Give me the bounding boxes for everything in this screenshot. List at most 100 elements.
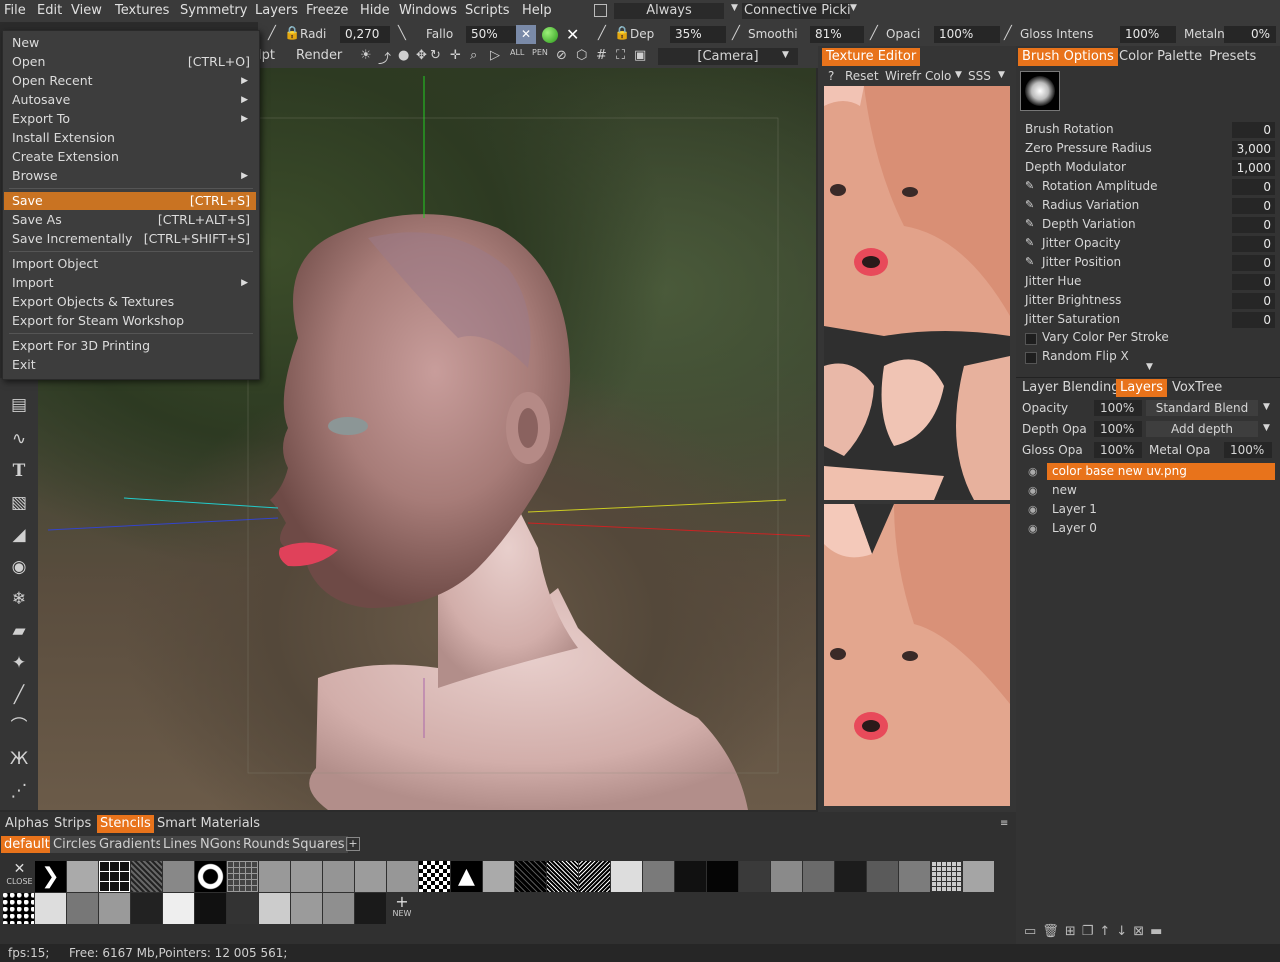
menu-view[interactable]: View bbox=[71, 3, 102, 18]
eye-icon[interactable]: ◉ bbox=[1028, 520, 1038, 537]
menu-item-autosave[interactable]: Autosave ▶ bbox=[4, 91, 256, 109]
uv-texture-view-bottom[interactable] bbox=[824, 504, 1010, 806]
help-button[interactable]: ? bbox=[828, 69, 834, 83]
opacity-icon[interactable]: ╱ bbox=[870, 26, 878, 41]
clear-layer-icon[interactable]: ⊠ bbox=[1133, 924, 1150, 939]
brush-rotation-field[interactable]: 0 bbox=[1232, 122, 1275, 138]
frame-all-icon[interactable]: ALL bbox=[510, 48, 524, 57]
stencil-thumbnail[interactable] bbox=[323, 893, 354, 924]
pen-pressure-icon[interactable]: ✎ bbox=[1025, 179, 1034, 192]
light-icon[interactable]: ☀ bbox=[360, 48, 372, 63]
tab-brush-options[interactable]: Brush Options bbox=[1018, 48, 1118, 66]
stencil-thumbnail[interactable] bbox=[483, 861, 514, 892]
freeze-icon[interactable]: ❄ bbox=[8, 588, 30, 610]
pen-pressure-icon[interactable]: ✎ bbox=[1025, 217, 1034, 230]
stencil-thumbnail[interactable] bbox=[291, 861, 322, 892]
always-checkbox[interactable] bbox=[594, 4, 607, 17]
menu-item-export-steam-workshop[interactable]: Export for Steam Workshop bbox=[4, 312, 256, 330]
chevron-down-icon[interactable]: ▼ bbox=[1146, 362, 1153, 372]
measure-icon[interactable]: ⋰ bbox=[8, 780, 30, 802]
menu-hide[interactable]: Hide bbox=[360, 3, 390, 18]
stencil-thumbnail[interactable] bbox=[675, 861, 706, 892]
eye-icon[interactable]: ◉ bbox=[1028, 463, 1038, 480]
uv-texture-view-top[interactable] bbox=[824, 86, 1010, 500]
stencil-thumbnail[interactable]: ▲ bbox=[451, 861, 482, 892]
menu-item-install-extension[interactable]: Install Extension bbox=[4, 129, 256, 147]
menu-item-exit[interactable]: Exit bbox=[4, 356, 256, 374]
stencil-thumbnail[interactable] bbox=[3, 893, 34, 924]
menu-scripts[interactable]: Scripts bbox=[465, 3, 509, 18]
tab-texture-editor[interactable]: Texture Editor bbox=[822, 48, 921, 66]
iron-icon[interactable]: ⌒ bbox=[8, 716, 30, 738]
metalness-field[interactable]: 0% bbox=[1224, 26, 1276, 43]
menu-item-export-3d-printing[interactable]: Export For 3D Printing bbox=[4, 337, 256, 355]
menu-item-save[interactable]: Save [CTRL+S] bbox=[4, 192, 256, 210]
no-icon[interactable]: ⊘ bbox=[556, 48, 567, 63]
stencil-thumbnail[interactable] bbox=[99, 893, 130, 924]
depth-mode-dropdown[interactable]: Add depth bbox=[1146, 421, 1258, 437]
tab-layer-blending[interactable]: Layer Blending bbox=[1018, 379, 1124, 397]
always-dropdown[interactable]: Always bbox=[614, 3, 724, 19]
zoom-icon[interactable]: ⌕ bbox=[470, 48, 477, 63]
tab-strips[interactable]: Strips bbox=[51, 815, 94, 833]
magic-wand-icon[interactable]: ✦ bbox=[8, 652, 30, 674]
stencil-thumbnail[interactable] bbox=[35, 893, 66, 924]
play-icon[interactable]: ▷ bbox=[490, 48, 500, 63]
gloss-icon[interactable]: ╱ bbox=[1004, 26, 1012, 41]
menu-help[interactable]: Help bbox=[522, 3, 552, 18]
wireframe-toggle[interactable]: Wirefr bbox=[885, 69, 921, 83]
stencil-thumbnail[interactable] bbox=[579, 861, 610, 892]
rotation-amplitude-field[interactable]: 0 bbox=[1232, 179, 1275, 195]
jitter-position-field[interactable]: 0 bbox=[1232, 255, 1275, 271]
stencil-thumbnail[interactable] bbox=[803, 861, 834, 892]
menu-item-open-recent[interactable]: Open Recent ▶ bbox=[4, 72, 256, 90]
folder-icon[interactable]: ▬ bbox=[1150, 924, 1168, 939]
stencil-thumbnail[interactable] bbox=[163, 861, 194, 892]
gloss-field[interactable]: 100% bbox=[1120, 26, 1176, 43]
duplicate-layer-icon[interactable]: ❐ bbox=[1082, 924, 1100, 939]
move-icon[interactable]: ✛ bbox=[450, 48, 461, 63]
close-stencil-button[interactable]: ✕ CLOSE bbox=[4, 861, 35, 892]
jitter-brightness-field[interactable]: 0 bbox=[1232, 293, 1275, 309]
move-down-icon[interactable]: ↓ bbox=[1116, 924, 1133, 939]
tab-smart-materials[interactable]: Smart Materials bbox=[154, 815, 263, 833]
pen-tool-icon[interactable]: ╱ bbox=[8, 684, 30, 706]
tab-color-palette[interactable]: Color Palette bbox=[1115, 48, 1206, 66]
menu-item-browse[interactable]: Browse ▶ bbox=[4, 167, 256, 185]
eraser-icon[interactable]: ◢ bbox=[8, 524, 30, 546]
stencil-thumbnail[interactable] bbox=[195, 861, 226, 892]
radius-variation-field[interactable]: 0 bbox=[1232, 198, 1275, 214]
material-sphere-icon[interactable] bbox=[542, 27, 558, 43]
jitter-hue-field[interactable]: 0 bbox=[1232, 274, 1275, 290]
stencil-thumbnail[interactable] bbox=[643, 861, 674, 892]
menu-windows[interactable]: Windows bbox=[399, 3, 457, 18]
curve-icon[interactable]: ∿ bbox=[8, 428, 30, 450]
grid-icon[interactable]: # bbox=[596, 48, 607, 63]
stencil-thumbnail[interactable] bbox=[67, 893, 98, 924]
layer-row[interactable]: ◉ color base new uv.png bbox=[1025, 463, 1275, 480]
metal-opacity-field[interactable]: 100% bbox=[1224, 442, 1272, 458]
menu-item-open[interactable]: Open [CTRL+O] bbox=[4, 53, 256, 71]
tab-voxtree[interactable]: VoxTree bbox=[1168, 379, 1226, 397]
reset-button[interactable]: Reset bbox=[845, 69, 879, 83]
layer-row[interactable]: ◉ Layer 1 bbox=[1025, 501, 1275, 518]
close-icon[interactable]: ✕ bbox=[566, 25, 579, 44]
stencil-thumbnail[interactable] bbox=[355, 861, 386, 892]
blend-mode-dropdown[interactable]: Standard Blend bbox=[1146, 400, 1258, 416]
stencil-thumbnail[interactable] bbox=[611, 861, 642, 892]
tab-layers[interactable]: Layers bbox=[1116, 379, 1168, 397]
smoothing-field[interactable]: 81% bbox=[810, 26, 864, 43]
stencil-thumbnail[interactable] bbox=[739, 861, 770, 892]
menu-item-import[interactable]: Import ▶ bbox=[4, 274, 256, 292]
stencil-thumbnail[interactable] bbox=[707, 861, 738, 892]
stencil-thumbnail[interactable] bbox=[931, 861, 962, 892]
camera-dropdown[interactable]: [Camera] bbox=[658, 48, 798, 65]
stencil-thumbnail[interactable] bbox=[899, 861, 930, 892]
tab-squares[interactable]: Squares bbox=[289, 836, 348, 853]
menu-item-export-objects-textures[interactable]: Export Objects & Textures bbox=[4, 293, 256, 311]
butterfly-icon[interactable]: Ж bbox=[8, 748, 30, 770]
menu-item-save-as[interactable]: Save As [CTRL+ALT+S] bbox=[4, 211, 256, 229]
rotate-icon[interactable]: ✥ bbox=[416, 48, 427, 63]
new-layer-icon[interactable]: ▭ bbox=[1024, 924, 1042, 939]
tab-ngons[interactable]: NGons bbox=[197, 836, 246, 853]
